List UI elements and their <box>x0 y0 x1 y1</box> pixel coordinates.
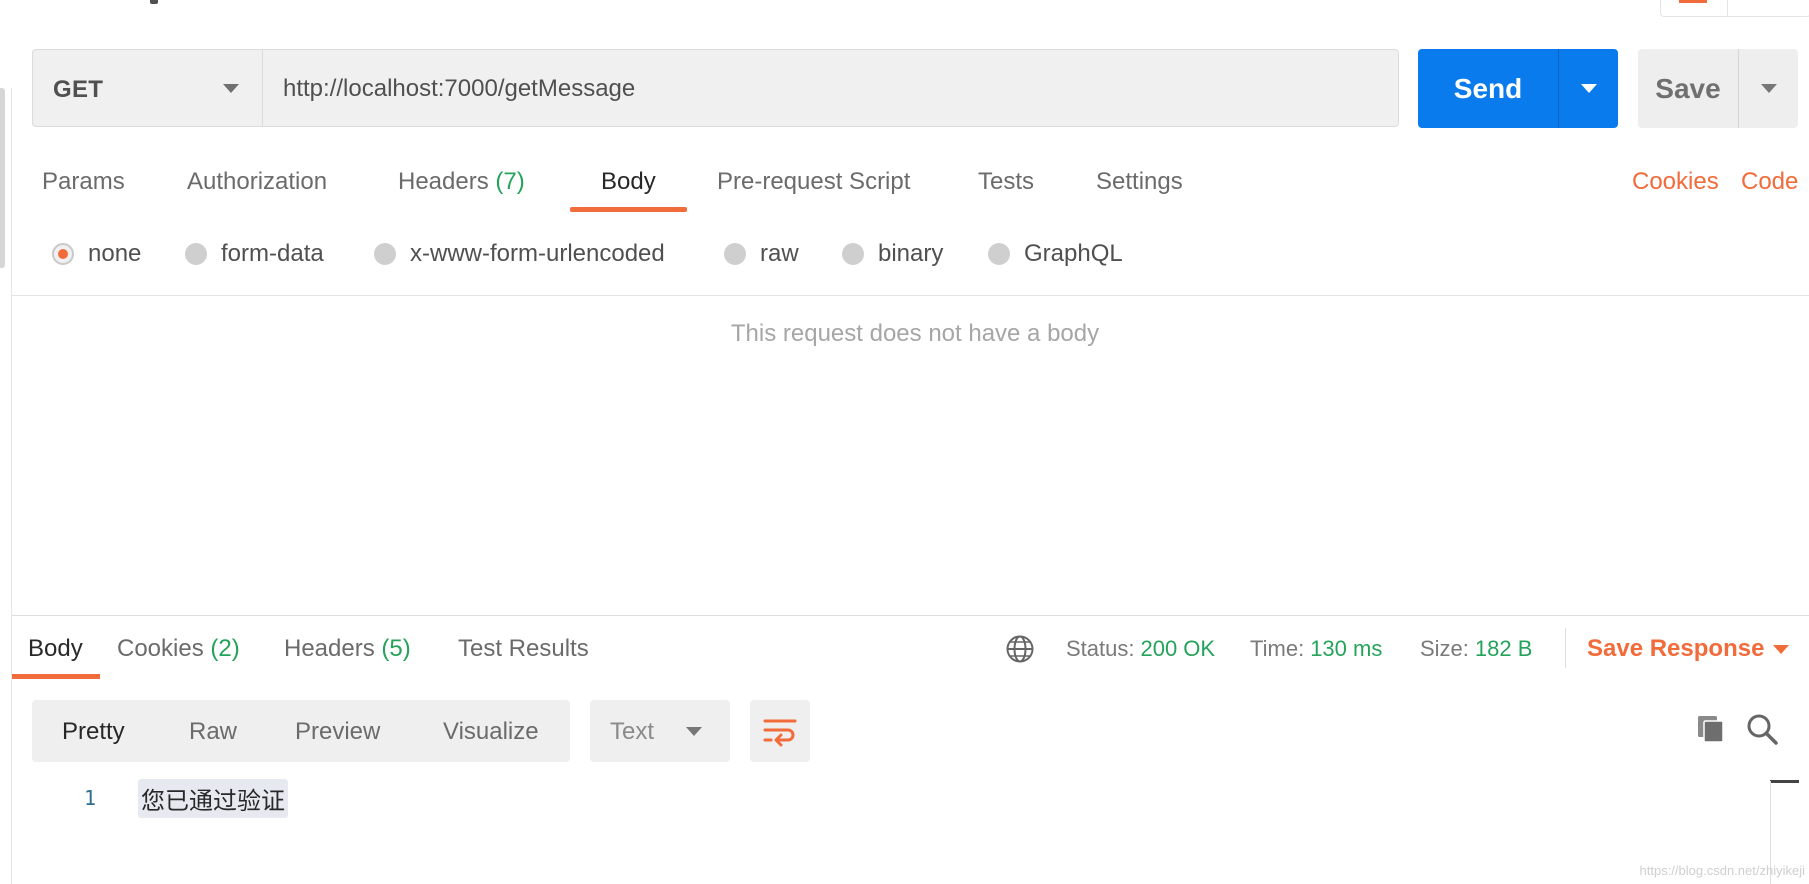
send-button[interactable]: Send <box>1418 49 1558 128</box>
time-readout: Time: 130 ms <box>1250 636 1382 662</box>
body-type-raw[interactable]: raw <box>724 240 799 268</box>
save-options-button[interactable] <box>1738 49 1798 128</box>
code-link[interactable]: Code <box>1741 168 1798 196</box>
response-tab-cookies-count: (2) <box>210 635 240 662</box>
time-label: Time: <box>1250 636 1305 661</box>
wrap-lines-icon <box>763 719 797 747</box>
tab-body[interactable]: Body <box>601 168 656 196</box>
left-panel-divider <box>11 88 12 884</box>
size-value: 182 B <box>1474 636 1533 661</box>
status-value: 200 OK <box>1140 636 1216 661</box>
body-type-urlencoded[interactable]: x-www-form-urlencoded <box>374 240 665 268</box>
active-tab-indicator <box>570 207 687 212</box>
body-type-form-data-label: form-data <box>221 240 324 267</box>
copy-icon[interactable] <box>1695 713 1727 745</box>
tab-headers-count: (7) <box>495 168 525 195</box>
response-body-line: 您已通过验证 <box>138 779 288 818</box>
radio-icon[interactable] <box>374 243 396 265</box>
tab-headers[interactable]: Headers (7) <box>398 168 525 196</box>
sidebar-scrollbar[interactable] <box>0 88 5 268</box>
save-response-button[interactable]: Save Response <box>1587 635 1764 663</box>
chevron-down-icon <box>1760 84 1777 93</box>
empty-body-message: This request does not have a body <box>730 320 1100 347</box>
radio-icon[interactable] <box>842 243 864 265</box>
method-label: GET <box>53 76 104 103</box>
format-select-value: Text <box>610 718 655 745</box>
response-tab-headers-label: Headers <box>284 635 375 662</box>
response-tab-headers[interactable]: Headers (5) <box>284 635 411 663</box>
active-tab-indicator <box>12 674 100 679</box>
tab-tests[interactable]: Tests <box>978 168 1034 196</box>
tab-settings[interactable]: Settings <box>1096 168 1183 196</box>
radio-icon[interactable] <box>185 243 207 265</box>
divider <box>12 295 1809 296</box>
body-type-graphql[interactable]: GraphQL <box>988 240 1123 268</box>
save-response-chevron-down-icon[interactable] <box>1773 645 1789 654</box>
separator <box>1565 628 1566 668</box>
radio-icon[interactable] <box>988 243 1010 265</box>
size-readout: Size: 182 B <box>1420 636 1532 662</box>
response-tab-test-results[interactable]: Test Results <box>458 635 589 663</box>
chevron-down-icon <box>1580 84 1597 93</box>
view-mode-pretty[interactable]: Pretty <box>62 718 125 746</box>
radio-selected-icon[interactable] <box>52 243 74 265</box>
wrap-lines-button[interactable] <box>750 700 810 762</box>
response-tab-headers-count: (5) <box>381 635 411 662</box>
url-input-value[interactable]: http://localhost:7000/getMessage <box>283 75 635 103</box>
globe-icon[interactable] <box>1005 634 1035 664</box>
response-tab-body[interactable]: Body <box>28 635 83 663</box>
send-options-button[interactable] <box>1558 49 1618 128</box>
response-tab-cookies-label: Cookies <box>117 635 204 662</box>
radio-icon[interactable] <box>724 243 746 265</box>
top-tab-segment[interactable] <box>1661 0 1728 16</box>
tab-pre-request-script[interactable]: Pre-request Script <box>717 168 910 196</box>
method-chevron-down-icon[interactable] <box>223 84 239 93</box>
time-value: 130 ms <box>1310 636 1383 661</box>
line-number: 1 <box>84 786 97 810</box>
body-type-binary[interactable]: binary <box>842 240 943 268</box>
top-right-tab-stub[interactable] <box>1660 0 1809 17</box>
save-button[interactable]: Save <box>1638 49 1738 128</box>
tab-params[interactable]: Params <box>42 168 125 196</box>
cookies-link[interactable]: Cookies <box>1632 168 1719 196</box>
view-mode-visualize[interactable]: Visualize <box>443 718 539 746</box>
view-mode-preview[interactable]: Preview <box>295 718 380 746</box>
body-type-form-data[interactable]: form-data <box>185 240 324 268</box>
chevron-down-icon <box>686 727 702 736</box>
body-type-none-label: none <box>88 240 142 267</box>
response-tab-cookies[interactable]: Cookies (2) <box>117 635 240 663</box>
body-type-urlencoded-label: x-www-form-urlencoded <box>410 240 665 267</box>
status-label: Status: <box>1066 636 1135 661</box>
status-readout: Status: 200 OK <box>1066 636 1215 662</box>
size-label: Size: <box>1420 636 1469 661</box>
editor-scrollbar-thumb[interactable] <box>1770 780 1799 783</box>
body-type-binary-label: binary <box>878 240 944 267</box>
window-title-fragment <box>150 0 158 4</box>
tab-headers-label: Headers <box>398 168 489 195</box>
view-mode-raw[interactable]: Raw <box>189 718 237 746</box>
search-icon[interactable] <box>1745 712 1779 746</box>
response-divider[interactable] <box>12 615 1809 616</box>
body-type-none[interactable]: none <box>52 240 141 268</box>
tab-authorization[interactable]: Authorization <box>187 168 327 196</box>
watermark: https://blog.csdn.net/zhiyikeji <box>1639 863 1805 878</box>
body-type-raw-label: raw <box>760 240 799 267</box>
body-type-graphql-label: GraphQL <box>1024 240 1123 267</box>
